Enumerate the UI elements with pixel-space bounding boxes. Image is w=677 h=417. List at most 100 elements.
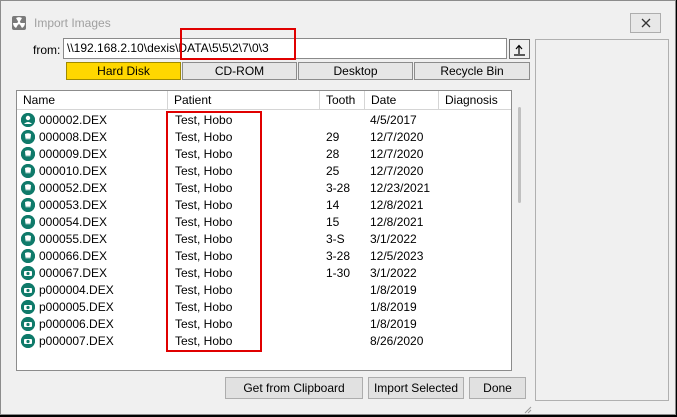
file-name: 000052.DEX — [39, 181, 108, 195]
tooth-xray-icon — [21, 198, 35, 212]
table-row[interactable]: p000006.DEX Test, Hobo 1/8/2019 — [17, 316, 497, 333]
file-name: 000008.DEX — [39, 130, 108, 144]
location-desktop-button[interactable]: Desktop — [298, 62, 413, 80]
column-header-name[interactable]: Name — [17, 91, 168, 109]
table-row[interactable]: p000005.DEX Test, Hobo 1/8/2019 — [17, 299, 497, 316]
location-hard-disk-button[interactable]: Hard Disk — [66, 62, 181, 80]
title-bar: Import Images — [1, 1, 675, 35]
table-row[interactable]: 000053.DEX Test, Hobo 14 12/8/2021 — [17, 197, 497, 214]
path-input[interactable]: \\192.168.2.10\dexis\DATA\5\5\2\7\0\3 — [63, 38, 507, 59]
file-date: 12/7/2020 — [370, 147, 424, 161]
file-tooth: 3-28 — [326, 181, 351, 195]
file-date: 1/8/2019 — [370, 283, 417, 297]
file-list[interactable]: Name Patient Tooth Date Diagnosis 000002… — [16, 90, 512, 371]
file-name: 000010.DEX — [39, 164, 108, 178]
up-folder-button[interactable] — [509, 39, 530, 59]
face-photo-icon — [21, 113, 35, 127]
column-header-date[interactable]: Date — [365, 91, 439, 109]
file-tooth: 3-28 — [326, 249, 351, 263]
window-title: Import Images — [34, 16, 111, 30]
table-row[interactable]: p000004.DEX Test, Hobo 1/8/2019 — [17, 282, 497, 299]
file-date: 8/26/2020 — [370, 334, 424, 348]
table-row[interactable]: 000008.DEX Test, Hobo 29 12/7/2020 — [17, 129, 497, 146]
file-patient: Test, Hobo — [175, 113, 233, 127]
file-tooth: 25 — [326, 164, 340, 178]
tooth-xray-icon — [21, 130, 35, 144]
file-tooth: 15 — [326, 215, 340, 229]
column-header-diagnosis[interactable]: Diagnosis — [439, 91, 511, 109]
file-date: 3/1/2022 — [370, 232, 417, 246]
tooth-xray-icon — [21, 215, 35, 229]
file-patient: Test, Hobo — [175, 198, 233, 212]
file-patient: Test, Hobo — [175, 164, 233, 178]
file-tooth: 3-S — [326, 232, 345, 246]
file-patient: Test, Hobo — [175, 147, 233, 161]
from-label: from: — [33, 43, 61, 57]
file-date: 1/8/2019 — [370, 317, 417, 331]
column-header-tooth[interactable]: Tooth — [320, 91, 365, 109]
list-scrollbar-thumb[interactable] — [518, 107, 521, 203]
tooth-xray-icon — [21, 249, 35, 263]
file-date: 12/5/2023 — [370, 249, 424, 263]
file-patient: Test, Hobo — [175, 283, 233, 297]
file-date: 12/23/2021 — [370, 181, 431, 195]
file-date: 3/1/2022 — [370, 266, 417, 280]
table-row[interactable]: 000066.DEX Test, Hobo 3-28 12/5/2023 — [17, 248, 497, 265]
up-arrow-icon — [514, 44, 525, 56]
close-button[interactable] — [630, 13, 661, 33]
file-name: p000005.DEX — [39, 300, 114, 314]
resize-grip-icon[interactable] — [522, 403, 532, 414]
file-patient: Test, Hobo — [175, 181, 233, 195]
file-patient: Test, Hobo — [175, 130, 233, 144]
file-date: 12/8/2021 — [370, 215, 424, 229]
done-button[interactable]: Done — [469, 377, 526, 399]
file-patient: Test, Hobo — [175, 232, 233, 246]
tooth-xray-icon — [21, 232, 35, 246]
camera-icon — [21, 334, 35, 348]
get-from-clipboard-button[interactable]: Get from Clipboard — [225, 377, 363, 399]
table-row[interactable]: 000002.DEX Test, Hobo 4/5/2017 — [17, 112, 497, 129]
table-row[interactable]: 000052.DEX Test, Hobo 3-28 12/23/2021 — [17, 180, 497, 197]
camera-icon — [21, 266, 35, 280]
file-name: 000009.DEX — [39, 147, 108, 161]
file-name: p000004.DEX — [39, 283, 114, 297]
file-tooth: 28 — [326, 147, 340, 161]
file-tooth: 29 — [326, 130, 340, 144]
column-header-patient[interactable]: Patient — [168, 91, 320, 109]
file-name: p000006.DEX — [39, 317, 114, 331]
import-selected-button[interactable]: Import Selected — [368, 377, 464, 399]
camera-icon — [21, 300, 35, 314]
file-tooth: 14 — [326, 198, 340, 212]
tooth-xray-icon — [21, 164, 35, 178]
file-patient: Test, Hobo — [175, 266, 233, 280]
tooth-xray-icon — [21, 181, 35, 195]
camera-icon — [21, 283, 35, 297]
table-row[interactable]: 000055.DEX Test, Hobo 3-S 3/1/2022 — [17, 231, 497, 248]
file-name: 000055.DEX — [39, 232, 108, 246]
camera-icon — [21, 317, 35, 331]
file-name: 000067.DEX — [39, 266, 108, 280]
table-row[interactable]: 000067.DEX Test, Hobo 1-30 3/1/2022 — [17, 265, 497, 282]
table-row[interactable]: 000009.DEX Test, Hobo 28 12/7/2020 — [17, 146, 497, 163]
list-header: Name Patient Tooth Date Diagnosis — [17, 91, 511, 110]
location-cd-rom-button[interactable]: CD-ROM — [182, 62, 297, 80]
close-icon — [641, 18, 650, 28]
import-images-dialog: Import Images from: \\192.168.2.10\dexis… — [0, 0, 676, 415]
file-name: 000054.DEX — [39, 215, 108, 229]
file-date: 1/8/2019 — [370, 300, 417, 314]
file-date: 12/8/2021 — [370, 198, 424, 212]
file-patient: Test, Hobo — [175, 300, 233, 314]
file-patient: Test, Hobo — [175, 249, 233, 263]
table-row[interactable]: p000007.DEX Test, Hobo 8/26/2020 — [17, 333, 497, 350]
table-row[interactable]: 000054.DEX Test, Hobo 15 12/8/2021 — [17, 214, 497, 231]
file-tooth: 1-30 — [326, 266, 351, 280]
file-date: 12/7/2020 — [370, 130, 424, 144]
tooth-xray-icon — [21, 147, 35, 161]
location-recycle-bin-button[interactable]: Recycle Bin — [414, 62, 530, 80]
file-patient: Test, Hobo — [175, 317, 233, 331]
app-radiation-icon — [12, 16, 26, 30]
file-date: 4/5/2017 — [370, 113, 417, 127]
file-name: p000007.DEX — [39, 334, 114, 348]
table-row[interactable]: 000010.DEX Test, Hobo 25 12/7/2020 — [17, 163, 497, 180]
file-patient: Test, Hobo — [175, 215, 233, 229]
